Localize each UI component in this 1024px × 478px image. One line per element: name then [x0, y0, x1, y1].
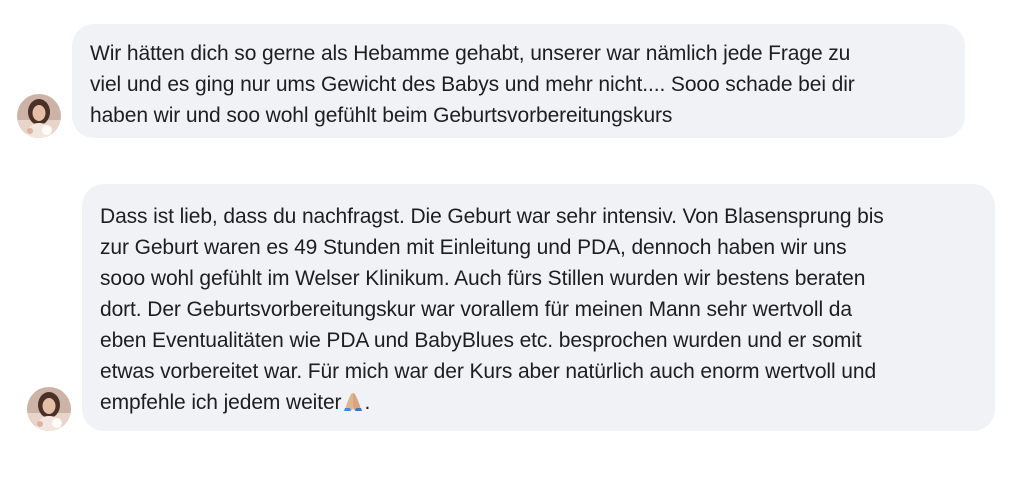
message-text-body: Dass ist lieb, dass du nachfragst. Die G… — [100, 205, 884, 414]
message-text: Dass ist lieb, dass du nachfragst. Die G… — [100, 201, 977, 418]
message-bubble[interactable]: Dass ist lieb, dass du nachfragst. Die G… — [82, 184, 995, 431]
message-text-end: . — [364, 391, 371, 414]
avatar[interactable] — [17, 94, 61, 138]
message-bubble[interactable]: Wir hätten dich so gerne als Hebamme geh… — [72, 24, 965, 138]
avatar-photo-icon — [17, 94, 61, 138]
folded-hands-icon — [342, 390, 364, 412]
avatar-photo-icon — [27, 387, 71, 431]
message-text: Wir hätten dich so gerne als Hebamme geh… — [90, 42, 855, 127]
avatar[interactable] — [27, 387, 71, 431]
